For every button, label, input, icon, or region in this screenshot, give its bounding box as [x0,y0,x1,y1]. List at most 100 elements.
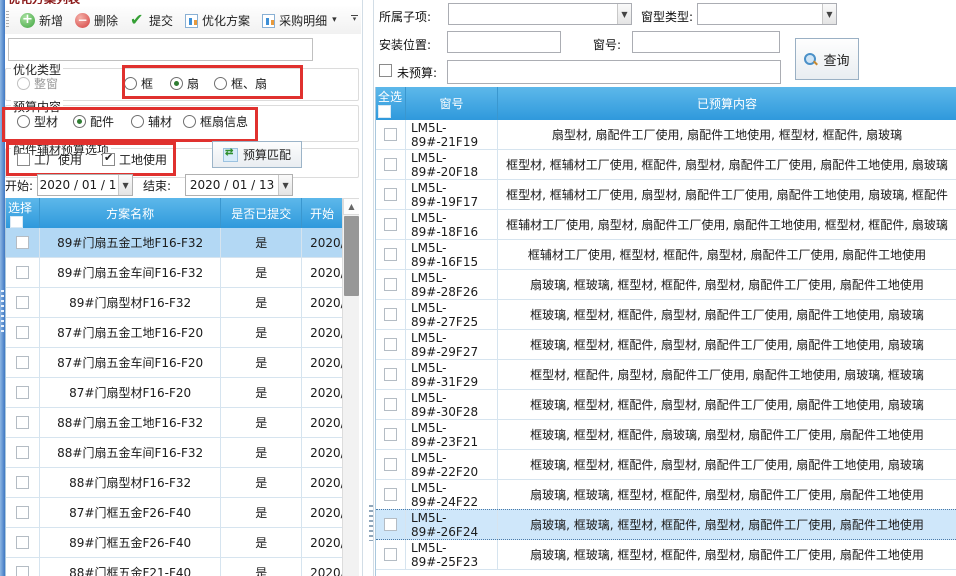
plan-table-row[interactable]: 87#门扇型材F16-F20 是 2020/0 [6,378,359,408]
budgeted-content-column-header[interactable]: 已预算内容 [498,87,956,120]
row-checkbox[interactable] [16,356,29,369]
row-checkbox[interactable] [16,476,29,489]
budget-match-button[interactable]: 预算匹配 [212,141,302,168]
scrollbar-up-arrow-icon[interactable]: ▲ [343,198,359,215]
radio-option[interactable]: 框 [124,75,153,92]
window-table-row[interactable]: LM5L-89#-31F29 框型材, 框配件, 扇型材, 扇配件工厂使用, 扇… [376,360,956,390]
window-table-row[interactable]: LM5L-89#-19F17 框型材, 框辅材工厂使用, 扇型材, 扇配件工厂使… [376,180,956,210]
window-no-input[interactable] [632,31,780,53]
radio-option[interactable]: 框扇信息 [183,113,248,130]
sub-item-select[interactable]: ▼ [448,3,632,25]
row-checkbox[interactable] [16,386,29,399]
row-checkbox[interactable] [384,548,397,561]
select-all-checkbox[interactable] [378,105,391,118]
toolbar-button[interactable]: 删除 [69,9,124,32]
row-checkbox[interactable] [384,368,397,381]
window-no-column-header[interactable]: 窗号 [406,87,498,120]
row-checkbox[interactable] [384,398,397,411]
plan-table-row[interactable]: 89#门扇五金工地F16-F32 是 2020/0 [6,228,359,258]
window-table-row[interactable]: LM5L-89#-29F27 框玻璃, 框型材, 框配件, 扇型材, 扇配件工厂… [376,330,956,360]
plan-table-row[interactable]: 87#门框五金F26-F40 是 2020/0 [6,498,359,528]
radio-option[interactable]: 框、扇 [214,75,267,92]
row-checkbox[interactable] [16,506,29,519]
radio-option[interactable]: 辅材 [131,113,172,130]
scrollbar-thumb[interactable] [344,216,359,296]
row-checkbox[interactable] [384,338,397,351]
window-table-row[interactable]: LM5L-89#-16F15 框辅材工厂使用, 框型材, 框配件, 扇型材, 扇… [376,240,956,270]
row-checkbox[interactable] [384,218,397,231]
radio-option-label: 辅材 [148,113,172,130]
end-date-picker[interactable]: 2020 / 01 / 13 ▼ [185,174,293,196]
no-budget-input[interactable] [447,60,781,84]
row-checkbox[interactable] [384,188,397,201]
row-checkbox[interactable] [384,488,397,501]
plan-table-scrollbar[interactable]: ▲ [342,198,359,576]
toolbar-overflow-button[interactable]: ▾ [348,12,361,29]
install-position-input[interactable] [447,31,561,53]
row-checkbox[interactable] [16,326,29,339]
plan-table-row[interactable]: 88#门扇型材F16-F32 是 2020/0 [6,468,359,498]
row-checkbox[interactable] [16,296,29,309]
window-table-row[interactable]: LM5L-89#-27F25 框玻璃, 框型材, 框配件, 扇型材, 扇配件工厂… [376,300,956,330]
plan-table-row[interactable]: 87#门扇五金工地F16-F20 是 2020/0 [6,318,359,348]
row-checkbox[interactable] [384,308,397,321]
window-table-row[interactable]: LM5L-89#-26F24 扇玻璃, 框玻璃, 框型材, 框配件, 扇型材, … [376,509,956,540]
no-budget-checkbox[interactable] [379,64,392,77]
row-checkbox[interactable] [16,566,29,576]
row-checkbox[interactable] [384,248,397,261]
window-table-row[interactable]: LM5L-89#-30F28 框玻璃, 框型材, 框配件, 扇型材, 扇配件工厂… [376,390,956,420]
row-checkbox[interactable] [16,416,29,429]
no-budget-label: 未预算: [397,64,437,81]
row-checkbox[interactable] [384,128,397,141]
submitted-column-header[interactable]: 是否已提交 [221,198,302,228]
toolbar-button[interactable]: 采购明细 ▾ [256,9,343,32]
plan-table-row[interactable]: 89#门扇五金车间F16-F32 是 2020/0 [6,258,359,288]
window-type-select[interactable]: ▼ [697,3,837,25]
row-checkbox[interactable] [384,458,397,471]
checkbox-option[interactable]: 工地使用 [102,151,167,168]
plan-table-row[interactable]: 89#门框五金F26-F40 是 2020/0 [6,528,359,558]
row-checkbox[interactable] [384,518,397,531]
radio-option[interactable]: 整窗 [17,75,58,92]
window-table-row[interactable]: LM5L-89#-21F19 扇型材, 扇配件工厂使用, 扇配件工地使用, 框型… [376,120,956,150]
plan-name-cell: 87#门扇五金工地F16-F20 [40,318,221,347]
panel-splitter-grip[interactable] [369,505,373,541]
window-table-row[interactable]: LM5L-89#-18F16 框辅材工厂使用, 扇型材, 扇配件工厂使用, 扇配… [376,210,956,240]
row-checkbox[interactable] [16,266,29,279]
plan-table-row[interactable]: 88#门扇五金工地F16-F32 是 2020/0 [6,408,359,438]
row-checkbox[interactable] [16,536,29,549]
plan-table-row[interactable]: 88#门扇五金车间F16-F32 是 2020/0 [6,438,359,468]
window-table-row[interactable]: LM5L-89#-25F23 扇玻璃, 框玻璃, 框型材, 框配件, 扇型材, … [376,540,956,570]
window-table-row[interactable]: LM5L-89#-23F21 框玻璃, 框型材, 框配件, 扇玻璃, 扇型材, … [376,420,956,450]
query-button[interactable]: 查询 [795,38,859,80]
toolbar-button[interactable]: 提交 [124,9,179,32]
window-table-row[interactable]: LM5L-89#-22F20 框玻璃, 框型材, 框配件, 扇型材, 扇配件工厂… [376,450,956,480]
start-date-picker[interactable]: 2020 / 01 / 1 ▼ [37,174,133,196]
window-table-row[interactable]: LM5L-89#-20F18 框型材, 框辅材工厂使用, 框配件, 扇型材, 扇… [376,150,956,180]
window-table-row[interactable]: LM5L-89#-24F22 扇玻璃, 框玻璃, 框型材, 框配件, 扇型材, … [376,480,956,510]
chevron-down-icon[interactable]: ▼ [278,175,292,195]
row-checkbox[interactable] [16,446,29,459]
toolbar-grip[interactable] [6,11,9,29]
plan-table-row[interactable]: 89#门扇型材F16-F32 是 2020/0 [6,288,359,318]
plan-table-row[interactable]: 87#门扇五金车间F16-F20 是 2020/0 [6,348,359,378]
plan-filter-input[interactable] [8,38,313,61]
radio-option[interactable]: 配件 [73,113,114,130]
radio-option[interactable]: 扇 [170,75,199,92]
chevron-down-icon[interactable]: ▼ [118,175,132,195]
toolbar-button[interactable]: 新增 [14,9,69,32]
select-all-checkbox[interactable] [10,216,23,228]
radio-option[interactable]: 型材 [17,113,58,130]
row-checkbox[interactable] [384,278,397,291]
plan-name-column-header[interactable]: 方案名称 [40,198,221,228]
row-checkbox[interactable] [384,428,397,441]
row-checkbox[interactable] [384,158,397,171]
toolbar-button[interactable]: 优化方案 [179,9,256,32]
chevron-down-icon[interactable]: ▼ [617,4,631,24]
window-table-row[interactable]: LM5L-89#-28F26 扇玻璃, 框玻璃, 框型材, 框配件, 扇型材, … [376,270,956,300]
chevron-down-icon[interactable]: ▼ [822,4,836,24]
window-no-cell: LM5L-89#-28F26 [406,270,498,299]
plan-table-row[interactable]: 88#门框五金F21-F40 是 2020/0 [6,558,359,576]
row-checkbox[interactable] [16,236,29,249]
checkbox-option[interactable]: 工厂使用 [17,151,82,168]
